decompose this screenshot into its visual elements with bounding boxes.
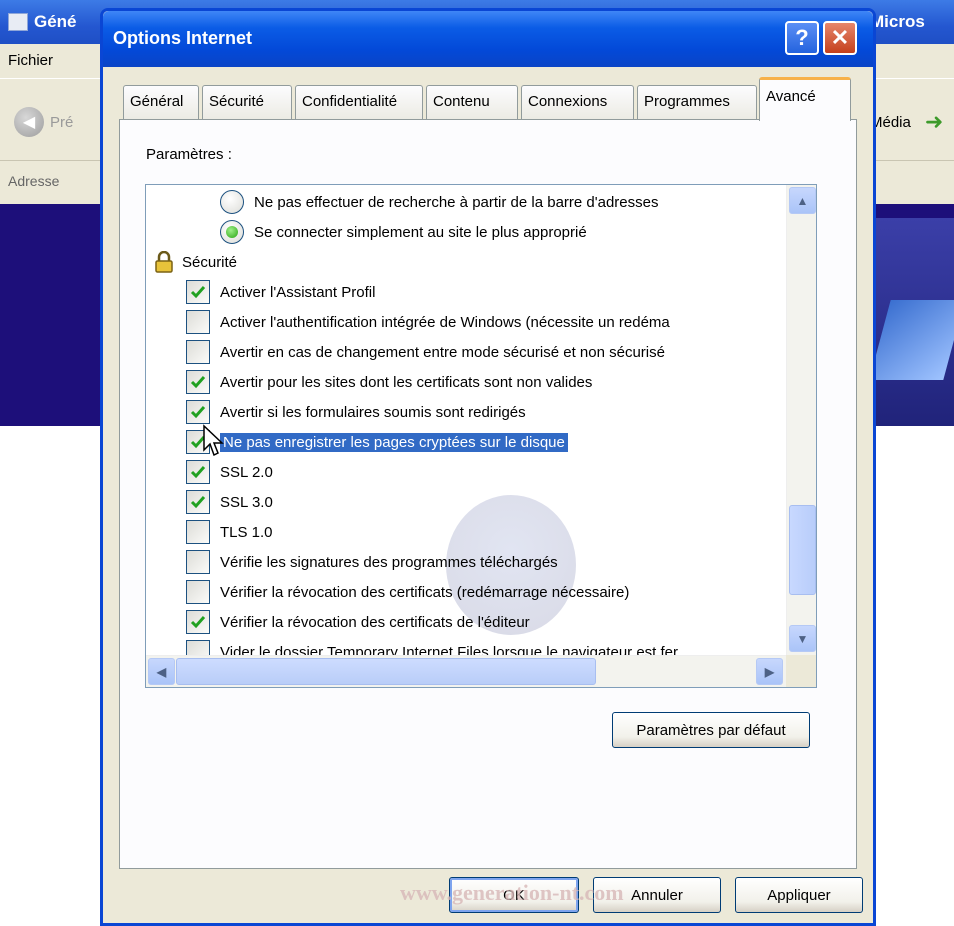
horizontal-scrollbar[interactable]: ◀ ▶ (146, 655, 786, 687)
settings-checkbox-row[interactable]: Avertir pour les sites dont les certific… (186, 367, 592, 397)
settings-checkbox-row[interactable]: Vider le dossier Temporary Internet File… (186, 637, 678, 655)
checkbox[interactable] (186, 550, 210, 574)
setting-label-selected: Ne pas enregistrer les pages cryptées su… (219, 431, 569, 453)
vertical-scroll-thumb[interactable] (789, 505, 816, 595)
back-button-label: Pré (50, 113, 74, 131)
background-title-left-text: Géné (34, 12, 77, 31)
tab-securite[interactable]: Sécurité (202, 85, 292, 119)
settings-checkbox-row-selected[interactable]: Ne pas enregistrer les pages cryptées su… (186, 427, 569, 457)
tab-general[interactable]: Général (123, 85, 199, 119)
checkmark-icon (190, 496, 206, 509)
settings-radio-row[interactable]: Se connecter simplement au site le plus … (220, 217, 587, 247)
media-arrow-icon: ➜ (924, 109, 944, 134)
settings-checkbox-row[interactable]: Activer l'authentification intégrée de W… (186, 307, 670, 337)
settings-checkbox-row[interactable]: Vérifier la révocation des certificats d… (186, 607, 530, 637)
setting-label: SSL 3.0 (220, 493, 273, 511)
checkbox[interactable] (186, 520, 210, 544)
mouse-pointer-icon (203, 424, 224, 457)
setting-label: Vérifier la révocation des certificats d… (220, 613, 530, 631)
back-arrow-icon: ◀ (14, 107, 44, 137)
radio-dot-icon (226, 226, 238, 238)
help-icon[interactable]: ? (785, 21, 819, 55)
checkmark-icon (190, 286, 206, 299)
settings-radio-row[interactable]: Ne pas effectuer de recherche à partir d… (220, 187, 658, 217)
scroll-up-icon[interactable]: ▲ (789, 187, 816, 214)
checkbox[interactable] (186, 580, 210, 604)
checkbox[interactable] (186, 490, 210, 514)
menu-fichier[interactable]: Fichier (8, 52, 53, 69)
options-internet-dialog: Options Internet ? ✕ Général Sécurité Co… (100, 8, 876, 926)
checkbox[interactable] (186, 640, 210, 655)
setting-label: Vérifie les signatures des programmes té… (220, 553, 558, 571)
checkbox[interactable] (186, 340, 210, 364)
setting-label: Activer l'authentification intégrée de W… (220, 313, 670, 331)
checkmark-icon (190, 406, 206, 419)
scroll-down-icon[interactable]: ▼ (789, 625, 816, 652)
setting-label: Avertir pour les sites dont les certific… (220, 373, 593, 391)
setting-label: Avertir en cas de changement entre mode … (220, 343, 665, 361)
setting-label: Vider le dossier Temporary Internet File… (220, 643, 679, 656)
dialog-titlebar[interactable]: Options Internet ? ✕ (103, 11, 873, 67)
tab-strip: Général Sécurité Confidentialité Contenu… (123, 77, 863, 121)
scroll-left-icon[interactable]: ◀ (148, 658, 175, 685)
checkbox[interactable] (186, 460, 210, 484)
tab-contenu[interactable]: Contenu (426, 85, 518, 119)
address-label: Adresse (8, 173, 60, 189)
checkmark-icon (190, 616, 206, 629)
settings-checkbox-row[interactable]: Vérifier la révocation des certificats (… (186, 577, 629, 607)
lock-icon (155, 251, 173, 273)
dialog-title: Options Internet (113, 28, 252, 48)
setting-label: Activer l'Assistant Profil (220, 283, 376, 301)
checkmark-icon (190, 376, 206, 389)
apply-button[interactable]: Appliquer (735, 877, 863, 913)
settings-checkbox-row[interactable]: TLS 1.0 (186, 517, 273, 547)
setting-label: TLS 1.0 (220, 523, 273, 541)
checkbox[interactable] (186, 370, 210, 394)
checkmark-icon (190, 466, 206, 479)
parametres-label: Paramètres : (146, 146, 232, 163)
close-icon[interactable]: ✕ (823, 21, 857, 55)
media-button[interactable]: Média ➜ (870, 109, 943, 135)
checkbox[interactable] (186, 310, 210, 334)
vertical-scrollbar[interactable]: ▲ ▼ (786, 185, 816, 655)
setting-label: Avertir si les formulaires soumis sont r… (220, 403, 526, 421)
tab-programmes[interactable]: Programmes (637, 85, 757, 119)
radio-button[interactable] (220, 190, 244, 214)
settings-checkbox-row[interactable]: SSL 3.0 (186, 487, 273, 517)
setting-label: Vérifier la révocation des certificats (… (220, 583, 630, 601)
group-label: Sécurité (182, 253, 238, 271)
settings-checkbox-row[interactable]: SSL 2.0 (186, 457, 273, 487)
restore-defaults-button[interactable]: Paramètres par défaut (612, 712, 810, 748)
settings-tree[interactable]: Ne pas effectuer de recherche à partir d… (145, 184, 817, 688)
setting-label: Ne pas effectuer de recherche à partir d… (254, 193, 659, 211)
settings-checkbox-row[interactable]: Activer l'Assistant Profil (186, 277, 375, 307)
tab-panel-avance: Paramètres : Ne pas effectuer de recherc… (119, 119, 857, 869)
checkbox[interactable] (186, 610, 210, 634)
setting-label: Se connecter simplement au site le plus … (254, 223, 587, 241)
settings-group-securite: Sécurité (154, 247, 237, 277)
settings-checkbox-row[interactable]: Avertir en cas de changement entre mode … (186, 337, 665, 367)
settings-checkbox-row[interactable]: Vérifie les signatures des programmes té… (186, 547, 558, 577)
background-title-right-text: Micros (870, 12, 925, 31)
tab-connexions[interactable]: Connexions (521, 85, 634, 119)
tab-avance[interactable]: Avancé (759, 77, 851, 121)
setting-label: SSL 2.0 (220, 463, 273, 481)
footer-watermark: www.generation-nt.com (400, 880, 624, 905)
checkbox[interactable] (186, 280, 210, 304)
back-button[interactable]: ◀ Pré (14, 107, 73, 137)
app-icon (8, 13, 28, 31)
scroll-right-icon[interactable]: ▶ (756, 658, 783, 685)
tab-confidentialite[interactable]: Confidentialité (295, 85, 423, 119)
radio-button[interactable] (220, 220, 244, 244)
scrollbar-corner (786, 655, 816, 687)
checkbox[interactable] (186, 400, 210, 424)
horizontal-scroll-thumb[interactable] (176, 658, 596, 685)
settings-checkbox-row[interactable]: Avertir si les formulaires soumis sont r… (186, 397, 526, 427)
background-window-title: Géné (8, 12, 77, 32)
media-button-label: Média (870, 113, 911, 131)
settings-rows: Ne pas effectuer de recherche à partir d… (146, 185, 786, 655)
